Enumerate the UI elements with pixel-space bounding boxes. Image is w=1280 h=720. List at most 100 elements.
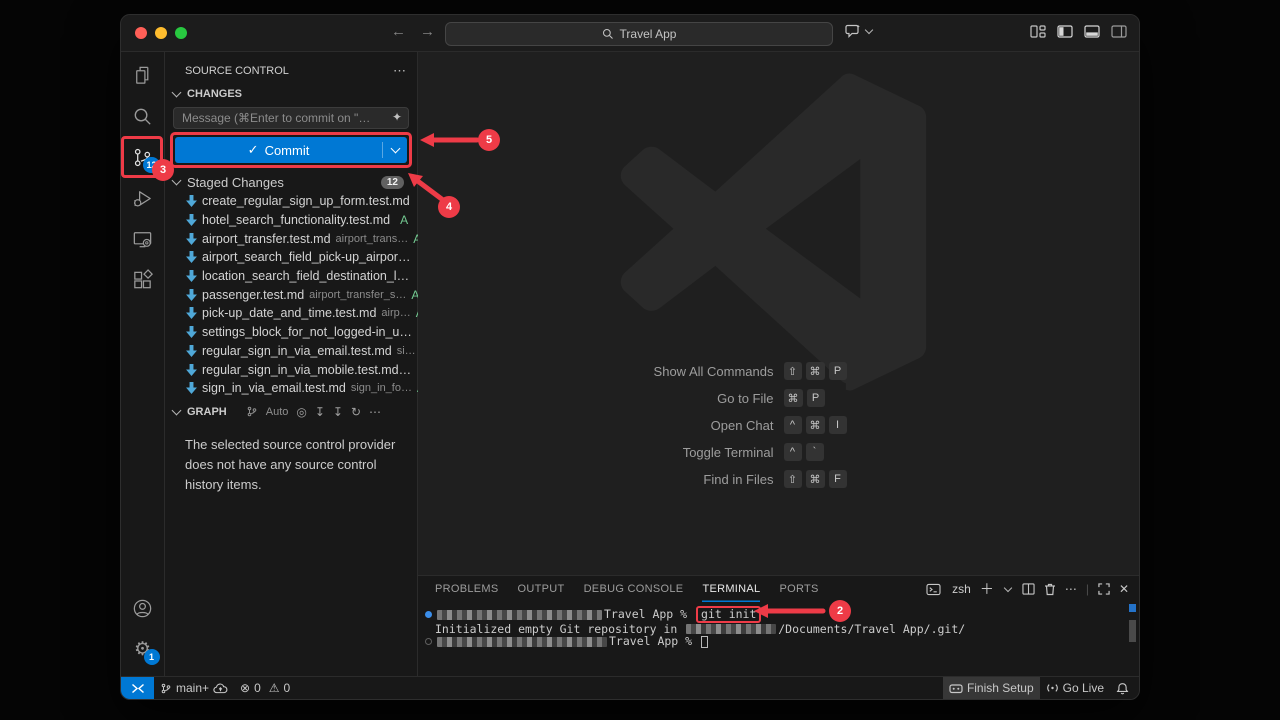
remote-icon (131, 683, 145, 694)
new-terminal-button[interactable]: ＋ (980, 579, 994, 599)
sidebar-item-remote-explorer[interactable] (121, 219, 165, 260)
publish-cloud-icon (213, 683, 228, 694)
branch-status-item[interactable]: main+ (154, 677, 234, 699)
annotation-step-5: 5 (478, 129, 500, 151)
sidebar-item-search[interactable] (121, 96, 165, 137)
git-status-added: A (400, 213, 408, 227)
account-button[interactable] (121, 588, 165, 629)
changes-section-label: CHANGES (187, 88, 242, 100)
list-item[interactable]: airport_transfer.test.md airport_trans… … (165, 229, 417, 248)
terminal-scrollbar[interactable] (1129, 620, 1136, 642)
list-item[interactable]: pick-up_date_and_time.test.md airp… A (165, 304, 417, 323)
go-live-button[interactable]: Go Live (1040, 677, 1110, 699)
refresh-icon[interactable]: ↻ (351, 405, 361, 419)
toggle-primary-sidebar-button[interactable] (1057, 25, 1073, 38)
sparkle-icon[interactable]: ✦ (392, 110, 402, 124)
commit-button-label: Commit (265, 143, 310, 158)
settings-button[interactable]: ⚙ 1 (121, 629, 165, 670)
explorer-icon (131, 64, 154, 87)
commit-button[interactable]: ✓ Commit (175, 137, 407, 163)
toggle-panel-button[interactable] (1084, 25, 1100, 38)
more-actions-icon[interactable]: ⋯ (369, 405, 381, 419)
list-item[interactable]: passenger.test.md airport_transfer_s… A (165, 285, 417, 304)
tab-debug-console[interactable]: DEBUG CONSOLE (584, 576, 684, 602)
close-window-button[interactable] (135, 27, 147, 39)
terminal-cursor (701, 636, 708, 648)
maximize-panel-icon[interactable] (1098, 583, 1110, 595)
command-center-search[interactable]: Travel App (445, 22, 833, 46)
run-debug-icon (131, 187, 154, 210)
history-back-icon[interactable]: ← (391, 23, 406, 40)
target-icon[interactable]: ◎ (296, 405, 306, 419)
list-item[interactable]: airport_search_field_pick-up_airpor… A (165, 248, 417, 267)
sidebar-item-extensions[interactable] (121, 260, 165, 301)
chevron-down-icon[interactable] (1004, 583, 1012, 591)
branch-icon (160, 682, 172, 695)
broadcast-icon (1046, 682, 1059, 694)
markdown-test-file-icon (186, 382, 197, 394)
list-item[interactable]: hotel_search_functionality.test.md A (165, 211, 417, 230)
warning-count: 0 (284, 681, 291, 695)
commit-dropdown-button[interactable] (383, 148, 407, 152)
list-item[interactable]: sign_in_via_email.test.md sign_in_fo… A (165, 379, 417, 398)
keycap: ⇧ (784, 470, 802, 488)
sidebar-item-explorer[interactable] (121, 55, 165, 96)
close-panel-icon[interactable]: ✕ (1119, 582, 1129, 596)
staged-changes-header[interactable]: Staged Changes 12 (165, 172, 417, 192)
keycap: ^ (784, 443, 802, 461)
chevron-down-icon (172, 88, 182, 98)
chevron-down-icon (390, 144, 400, 154)
graph-empty-message: The selected source control provider doe… (165, 423, 417, 495)
list-item[interactable]: settings_block_for_not_logged-in_u… A (165, 323, 417, 342)
command-center-title: Travel App (620, 27, 677, 41)
annotation-step-2: 2 (829, 600, 851, 622)
changes-section-header[interactable]: CHANGES (165, 83, 417, 105)
graph-section-header[interactable]: GRAPH Auto ◎ ↧ ↧ ↻ ⋯ (165, 401, 417, 423)
problems-status-item[interactable]: ⊗ 0 ⚠ 0 (234, 677, 296, 699)
terminal-output: /Documents/Travel App/.git/ (778, 623, 965, 635)
search-icon (131, 105, 154, 128)
tab-problems[interactable]: PROBLEMS (435, 576, 499, 602)
customize-layout-icon (1030, 25, 1046, 38)
copilot-chat-button[interactable] (845, 24, 874, 38)
staged-changes-label: Staged Changes (187, 175, 284, 190)
annotation-step-4: 4 (438, 196, 460, 218)
list-item[interactable]: regular_sign_in_via_email.test.md si… A (165, 342, 417, 361)
tab-output[interactable]: OUTPUT (518, 576, 565, 602)
sidebar-item-run-debug[interactable] (121, 178, 165, 219)
redacted-text (437, 610, 602, 620)
tab-ports[interactable]: PORTS (779, 576, 818, 602)
traffic-lights (135, 27, 187, 39)
customize-layout-button[interactable] (1030, 25, 1046, 38)
pull-alt-icon[interactable]: ↧ (333, 405, 343, 419)
more-actions-icon[interactable]: ⋯ (1065, 582, 1077, 596)
pull-icon[interactable]: ↧ (315, 405, 325, 419)
minimize-window-button[interactable] (155, 27, 167, 39)
annotation-box-commit: ✓ Commit (170, 132, 412, 168)
keycap: ⌘ (806, 362, 825, 380)
keycap: P (807, 389, 825, 407)
keycap: ⌘ (784, 389, 803, 407)
commit-message-input[interactable] (173, 107, 409, 129)
list-item[interactable]: create_regular_sign_up_form.test.md A (165, 192, 417, 211)
history-forward-icon[interactable]: → (420, 23, 435, 40)
status-bar: main+ ⊗ 0 ⚠ 0 Finish (121, 676, 1139, 699)
shell-label[interactable]: zsh (952, 582, 971, 596)
list-item[interactable]: location_search_field_destination_l… A (165, 267, 417, 286)
remote-indicator[interactable] (121, 677, 154, 699)
notifications-button[interactable] (1110, 677, 1139, 699)
split-terminal-icon[interactable] (1022, 583, 1035, 595)
list-item[interactable]: regular_sign_in_via_mobile.test.md… A (165, 360, 417, 379)
finish-setup-button[interactable]: Finish Setup (943, 677, 1040, 699)
more-actions-icon[interactable]: ⋯ (393, 63, 407, 79)
toggle-secondary-sidebar-button[interactable] (1111, 25, 1127, 38)
go-live-label: Go Live (1063, 681, 1104, 695)
markdown-test-file-icon (186, 195, 197, 207)
zoom-window-button[interactable] (175, 27, 187, 39)
trash-icon[interactable] (1044, 583, 1056, 596)
markdown-test-file-icon (186, 214, 197, 226)
graph-auto-label[interactable]: Auto (266, 406, 289, 418)
activity-bar: 12 (121, 52, 165, 676)
tab-terminal[interactable]: TERMINAL (702, 576, 760, 602)
editor-watermark-shortcuts: Show All Commands ⇧ ⌘ P Go to File ⌘ (418, 362, 1139, 488)
